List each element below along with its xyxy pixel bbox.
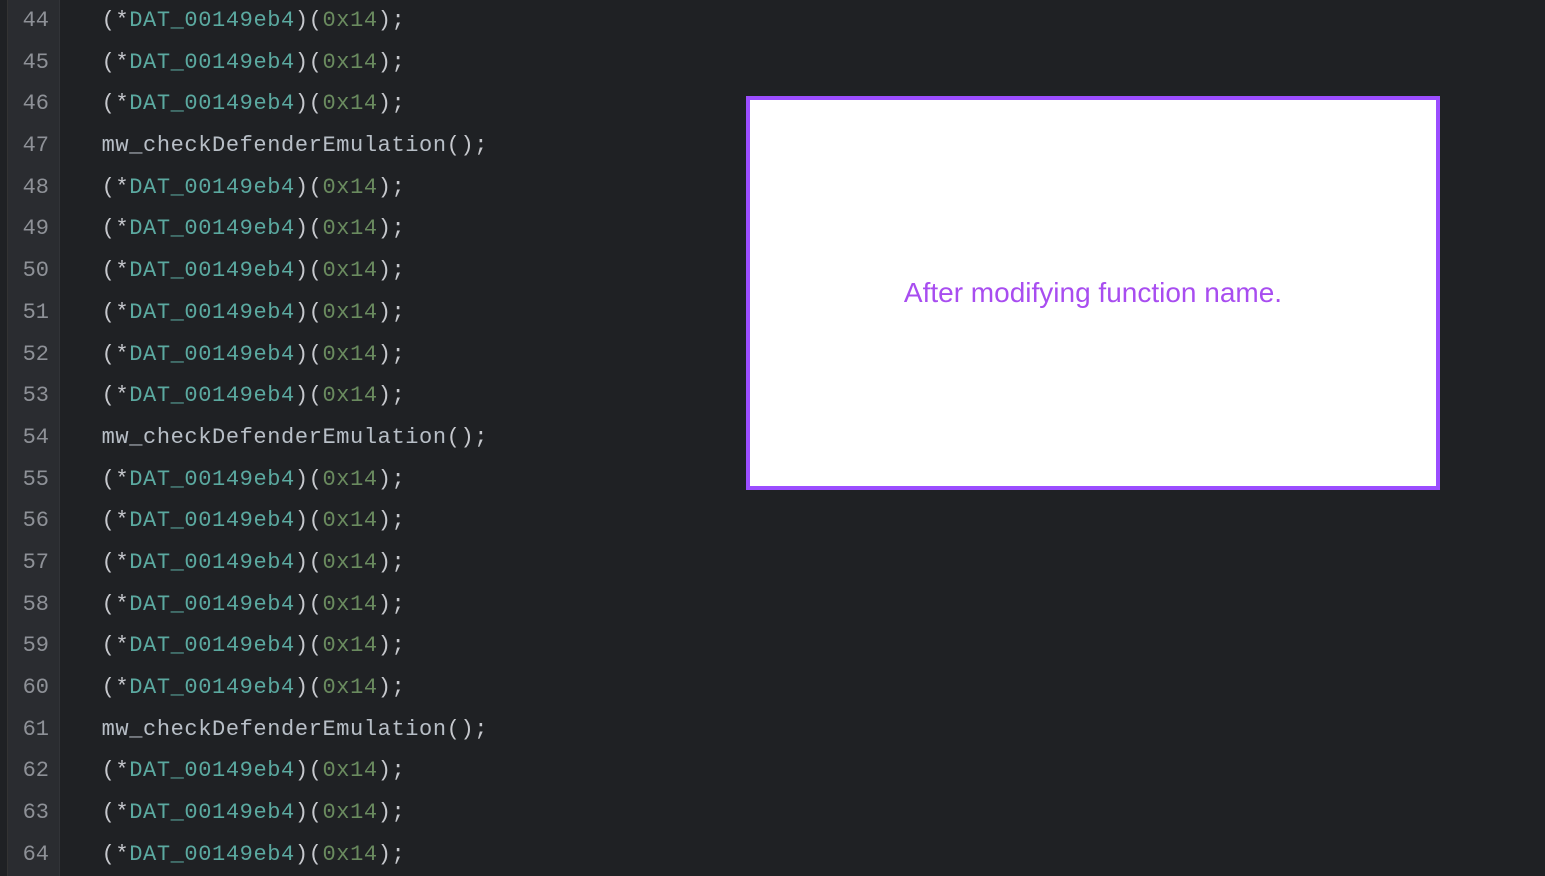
line-number: 54 [8,417,59,459]
code-line[interactable]: (*DAT_00149eb4)(0x14); [74,0,1545,42]
code-line[interactable]: (*DAT_00149eb4)(0x14); [74,42,1545,84]
line-number: 50 [8,250,59,292]
line-number: 51 [8,292,59,334]
line-number: 58 [8,584,59,626]
line-number: 56 [8,500,59,542]
code-line[interactable]: (*DAT_00149eb4)(0x14); [74,792,1545,834]
code-line[interactable]: (*DAT_00149eb4)(0x14); [74,584,1545,626]
code-line[interactable]: (*DAT_00149eb4)(0x14); [74,667,1545,709]
line-number: 55 [8,459,59,501]
line-number: 63 [8,792,59,834]
line-number: 60 [8,667,59,709]
line-number: 44 [8,0,59,42]
line-number: 52 [8,334,59,376]
line-number: 49 [8,208,59,250]
code-line[interactable]: (*DAT_00149eb4)(0x14); [74,834,1545,876]
code-line[interactable]: (*DAT_00149eb4)(0x14); [74,542,1545,584]
line-number: 48 [8,167,59,209]
line-number: 46 [8,83,59,125]
line-number-gutter: 4445464748495051525354555657585960616263… [8,0,60,876]
line-number: 53 [8,375,59,417]
line-number: 64 [8,834,59,876]
code-line[interactable]: (*DAT_00149eb4)(0x14); [74,500,1545,542]
code-line[interactable]: (*DAT_00149eb4)(0x14); [74,625,1545,667]
line-number: 45 [8,42,59,84]
code-line[interactable]: mw_checkDefenderEmulation(); [74,709,1545,751]
annotation-text: After modifying function name. [904,277,1282,309]
line-number: 61 [8,709,59,751]
line-number: 47 [8,125,59,167]
line-number: 59 [8,625,59,667]
annotation-callout: After modifying function name. [746,96,1440,490]
editor-left-margin [0,0,8,876]
code-line[interactable]: (*DAT_00149eb4)(0x14); [74,750,1545,792]
line-number: 57 [8,542,59,584]
line-number: 62 [8,750,59,792]
